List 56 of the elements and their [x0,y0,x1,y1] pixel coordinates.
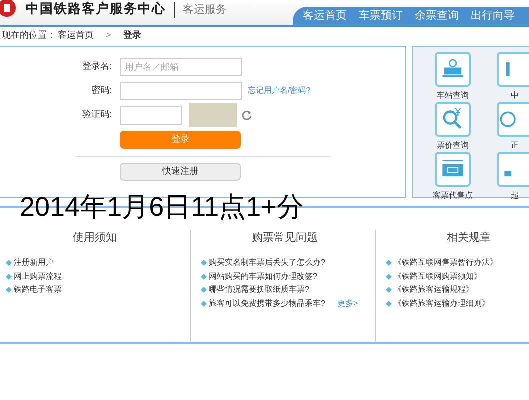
notice-link[interactable]: 网站购买的车票如何办理改签? [209,270,318,283]
notice-link[interactable]: 哪些情况需要换取纸质车票? [209,284,310,296]
service-icon[interactable] [497,102,529,137]
service-label[interactable]: 票价查询 [437,140,469,152]
service-icon[interactable] [435,102,471,137]
service-icon[interactable] [435,52,471,87]
railway-logo-icon [0,0,18,20]
notice-link[interactable]: 《铁路互联网售票暂行办法》 [394,257,498,270]
register-button[interactable]: 快速注册 [120,163,241,181]
bullet-icon [6,287,12,294]
breadcrumb-label: 现在的位置： [2,29,56,42]
more-link[interactable]: 更多> [337,298,358,310]
service-icon[interactable] [497,52,529,87]
section-title: 客运服务 [174,2,227,18]
service-icon[interactable] [497,152,529,187]
service-label[interactable]: 客票代售点 [433,190,473,202]
bullet-icon [6,260,12,266]
field-label: 验证码: [81,108,112,122]
overlay-date-text: 2014年1月6日11点1+分 [20,192,304,222]
notice-link[interactable]: 旅客可以免费携带多少物品乘车? [209,298,326,310]
password-field[interactable] [120,82,242,100]
column-title: 使用须知 [72,231,118,246]
site-title: 中国铁路客户服务中心 [26,0,166,20]
service-label[interactable]: 正 [511,140,519,152]
notice-link[interactable]: 铁路电子客票 [14,284,62,296]
bullet-icon [201,260,207,266]
service-label[interactable]: 起 [511,190,519,202]
service-label[interactable]: 车站查询 [437,90,469,102]
service-icon[interactable] [435,152,471,187]
bullet-icon [201,300,207,307]
captcha-field[interactable] [120,106,182,124]
bullet-icon [386,287,392,294]
forgot-password-link[interactable]: 忘记用户名/密码? [248,85,311,97]
breadcrumb-current: 登录 [123,29,142,42]
bullet-icon [201,274,207,280]
notice-link[interactable]: 《铁路旅客运输办理细则》 [394,298,490,310]
notice-link[interactable]: 《铁路互联网购票须知》 [394,270,482,283]
bullet-icon [201,287,207,294]
column-title: 相关规章 [446,230,492,246]
username-field[interactable]: 用户名／邮箱 [120,58,242,76]
bullet-icon [386,274,392,280]
field-label: 登录名: [81,60,112,74]
bullet-icon [6,274,12,280]
breadcrumb-separator: > [106,29,112,42]
notice-link[interactable]: 注册新用户 [14,257,54,270]
notice-link[interactable]: 《铁路旅客运输规程》 [394,284,474,296]
column-title: 购票常见问题 [251,231,319,246]
field-label: 密码: [90,84,112,98]
notice-link[interactable]: 网上购票流程 [14,270,62,283]
refresh-icon[interactable] [242,110,252,120]
service-label[interactable]: 中 [511,90,519,102]
breadcrumb-link[interactable]: 客运首页 [58,29,94,43]
bullet-icon [386,300,392,307]
captcha-image [189,103,237,127]
bullet-icon [386,260,392,266]
notice-link[interactable]: 购买实名制车票后丢失了怎么办? [209,257,326,270]
